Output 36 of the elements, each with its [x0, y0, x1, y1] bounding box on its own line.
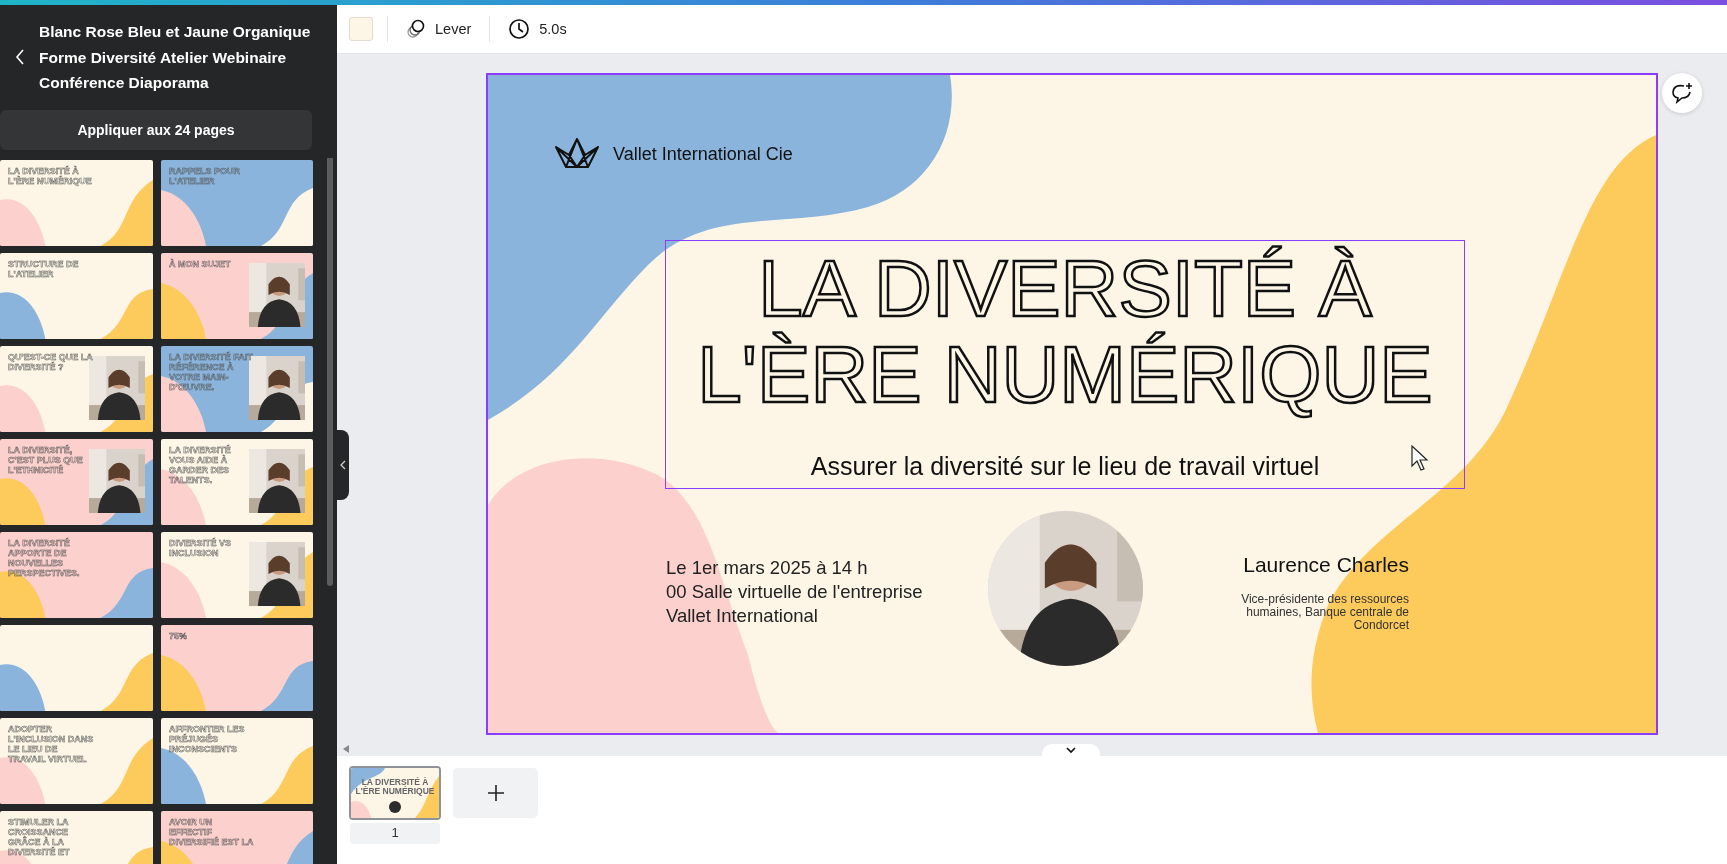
thumbnail-title: AFFRONTER LES PRÉJUGÉS INCONSCIENTS [169, 723, 246, 754]
slide-thumbnail[interactable]: AFFRONTER LES PRÉJUGÉS INCONSCIENTS [161, 717, 313, 804]
slide-thumbnail[interactable]: STIMULER LA CROISSANCE GRÂCE À LA DIVERSITÉ ET [0, 810, 153, 864]
thumbnail-title: LA DIVERSITÉ APPORTE DE NOUVELLES PERSPECTIVES. [8, 537, 81, 578]
slide-thumbnail[interactable]: LA DIVERSITÉ APPORTE DE NOUVELLES PERSPECTIVES. [0, 531, 153, 618]
thumbnail-title: RAPPELS POUR L'ATELIER [169, 165, 241, 186]
thumbnail-title: 75% [169, 630, 188, 641]
thumbnail-title: DIVERSITÉ VS INCLUSION [169, 537, 232, 558]
slide-thumbnail[interactable]: QU'EST-CE QUE LA DIVERSITÉ ? [0, 345, 153, 432]
thumbnail-title: LA DIVERSITÉ À L'ÈRE NUMÉRIQUE [8, 165, 93, 186]
slide-thumbnail[interactable]: LA DIVERSITÉ À L'ÈRE NUMÉRIQUE [0, 159, 153, 246]
duration-button[interactable]: 5.0s [504, 12, 571, 46]
event-details: Le 1er mars 2025 à 14 h 00 Salle virtuelle de l'entreprise Vallet International [666, 556, 923, 628]
animation-button[interactable]: Lever [402, 13, 476, 45]
company-name: Vallet International Cie [613, 144, 793, 165]
slide-thumbnail[interactable]: RAPPELS POUR L'ATELIER [161, 159, 313, 246]
page-number: 1 [350, 823, 440, 844]
thumbnail-title: ADOPTER L'INCLUSION DANS LE LIEU DE TRAVAIL VIRTUEL [8, 723, 95, 764]
thumbnail-title: STRUCTURE DE L'ATELIER [8, 258, 80, 279]
thumbnail-title: STIMULER LA CROISSANCE GRÂCE À LA DIVERSITÉ ET [8, 816, 71, 857]
thumbnail-title: QU'EST-CE QUE LA DIVERSITÉ ? [8, 351, 94, 372]
thumbnail-title: AVOIR UN EFFECTIF DIVERSIFIÉ EST LA [169, 816, 255, 847]
thumbnail-title: LA DIVERSITÉ VOUS AIDE À GARDER DES TALENTS. [169, 444, 232, 485]
template-title: Blanc Rose Bleu et Jaune Organique Forme Diversité Atelier Webinaire Conférence Diaporama [39, 22, 311, 93]
slide-thumbnail[interactable]: STRUCTURE DE L'ATELIER [0, 252, 153, 339]
slide-title: L'ÈRE NUMÉRIQUE [697, 332, 1433, 418]
slide-thumbnail[interactable]: AVOIR UN EFFECTIF DIVERSIFIÉ EST LA [161, 810, 313, 864]
slide-subtitle: Assurer la diversité sur le lieu de travail virtuel [810, 452, 1320, 481]
title-selection[interactable]: LA DIVERSITÉ À L'ÈRE NUMÉRIQUE Assurer la diversité sur le lieu de travail virtuel [665, 240, 1465, 489]
slide-title: LA DIVERSITÉ À [758, 246, 1372, 332]
thumbnail-title: LA DIVERSITÉ, C'EST PLUS QUE L'ETHNICITÉ [8, 444, 84, 475]
slide-thumbnail[interactable]: LA DIVERSITÉ VOUS AIDE À GARDER DES TALENTS. [161, 438, 313, 525]
slide-thumbnail[interactable]: ADOPTER L'INCLUSION DANS LE LIEU DE TRAVAIL VIRTUEL [0, 717, 153, 804]
slide-thumbnail[interactable]: 75% [161, 624, 313, 711]
thumbnail-title: À MON SUJET [169, 258, 232, 269]
apply-button[interactable]: Appliquer aux 24 pages [0, 109, 312, 150]
